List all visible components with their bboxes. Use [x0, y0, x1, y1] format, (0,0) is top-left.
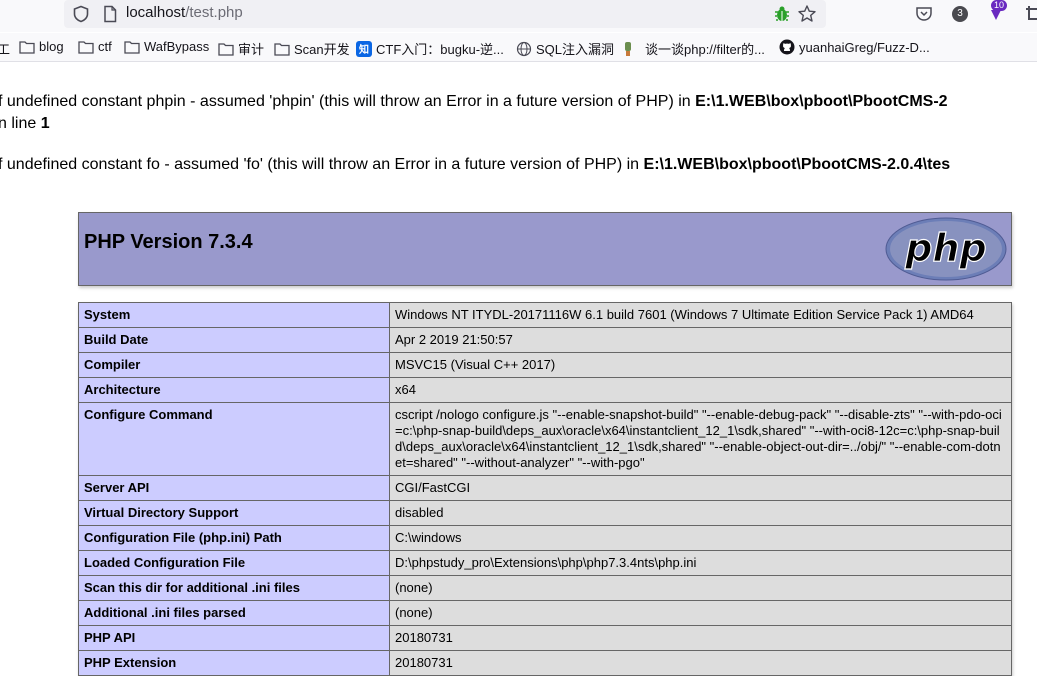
config-value: CGI/FastCGI [389, 475, 1012, 501]
bookmark-label: WafBypass [144, 39, 210, 54]
site-icon [625, 41, 631, 56]
bookmark-scan[interactable]: Scan开发 [274, 39, 350, 58]
config-value: Windows NT ITYDL-20171116W 6.1 build 760… [389, 302, 1012, 328]
url-bar[interactable]: localhost/test.php [64, 0, 826, 28]
table-row: Build Date Apr 2 2019 21:50:57 [78, 327, 1012, 353]
config-name: Build Date [78, 327, 390, 353]
table-row: Architecture x64 [78, 377, 1012, 403]
config-value: C:\windows [389, 525, 1012, 551]
bookmark-php-filter[interactable]: 谈一谈php://filter的... [621, 39, 765, 58]
config-value: D:\phpstudy_pro\Extensions\php\php7.3.4n… [389, 550, 1012, 576]
config-name: Additional .ini files parsed [78, 600, 390, 626]
config-name: System [78, 302, 390, 328]
config-name: Scan this dir for additional .ini files [78, 575, 390, 601]
bookmark-label: 审计 [238, 42, 265, 57]
config-value: (none) [389, 600, 1012, 626]
notice-file: E:\1.WEB\box\pboot\PbootCMS-2.0.4\tes [643, 156, 951, 173]
php-logo-text: php [904, 226, 986, 270]
config-value: cscript /nologo configure.js "--enable-s… [389, 402, 1012, 476]
bookmarks-bar: 工 blog ctf WafBypass 审计 Scan开发 知 CTF入门：b… [0, 33, 1037, 62]
table-row: PHP Extension 20180731 [78, 650, 1012, 676]
config-value: Apr 2 2019 21:50:57 [389, 327, 1012, 353]
bookmark-label: 谈一谈php://filter的... [645, 42, 765, 57]
config-name: Virtual Directory Support [78, 500, 390, 526]
extension-badge: 10 [991, 0, 1008, 11]
notice-file: E:\1.WEB\box\pboot\PbootCMS-2 [695, 93, 948, 110]
config-name: PHP Extension [78, 650, 390, 676]
config-name: PHP API [78, 625, 390, 651]
table-row: Configuration File (php.ini) Path C:\wind… [78, 525, 1012, 551]
phpinfo-table: System Windows NT ITYDL-20171116W 6.1 bui… [78, 302, 1012, 676]
notice-line-1: f undefined constant phpin - assumed 'ph… [0, 93, 948, 111]
config-value: disabled [389, 500, 1012, 526]
table-row: Scan this dir for additional .ini files(… [78, 575, 1012, 601]
globe-icon [516, 41, 532, 56]
notice-line-2: f undefined constant fo - assumed 'fo' (… [0, 156, 950, 174]
folder-icon [124, 40, 140, 54]
url-host: localhost [126, 4, 186, 21]
bookmark-label: yuanhaiGreg/Fuzz-D... [799, 39, 930, 55]
config-name: Compiler [78, 352, 390, 378]
bookmark-label: ctf [98, 39, 112, 54]
folder-icon [19, 40, 35, 54]
table-row: Loaded Configuration File D:\phpstudy_pro… [78, 550, 1012, 576]
svg-text:知: 知 [358, 43, 369, 56]
phpinfo-header: PHP Version 7.3.4 php [78, 212, 1012, 286]
github-icon [779, 39, 795, 55]
table-row: PHP API 20180731 [78, 625, 1012, 651]
php-logo-icon[interactable]: php [885, 217, 1007, 281]
config-value: x64 [389, 377, 1012, 403]
url-text[interactable]: localhost/test.php [126, 4, 243, 21]
bookmark-ctf-intro[interactable]: 知 CTF入门：bugku-逆... [356, 39, 504, 58]
config-name: Configure Command [78, 402, 390, 476]
folder-icon [78, 40, 94, 54]
bug-icon[interactable] [772, 4, 792, 24]
php-version-title: PHP Version 7.3.4 [84, 231, 253, 253]
table-row: Virtual Directory Support disabled [78, 500, 1012, 526]
config-name: Configuration File (php.ini) Path [78, 525, 390, 551]
bookmark-github[interactable]: yuanhaiGreg/Fuzz-D... [779, 39, 930, 55]
bookmark-label: blog [39, 39, 64, 54]
page-icon[interactable] [102, 5, 118, 23]
table-row: Server API CGI/FastCGI [78, 475, 1012, 501]
bookmark-sql[interactable]: SQL注入漏洞 [516, 39, 614, 58]
table-row: Additional .ini files parsed (none) [78, 600, 1012, 626]
config-name: Loaded Configuration File [78, 550, 390, 576]
folder-icon [274, 42, 290, 56]
crop-icon[interactable] [1024, 4, 1037, 24]
config-name: Server API [78, 475, 390, 501]
bookmark-partial[interactable]: 工 [0, 39, 10, 58]
bookmark-wafbypass[interactable]: WafBypass [124, 39, 209, 54]
config-value: 20180731 [389, 650, 1012, 676]
table-row: Configure Command cscript /nologo configu… [78, 402, 1012, 476]
table-row: System Windows NT ITYDL-20171116W 6.1 bui… [78, 302, 1012, 328]
config-name: Architecture [78, 377, 390, 403]
bookmark-label: CTF入门：bugku-逆... [376, 42, 504, 57]
zhihu-icon: 知 [356, 40, 372, 57]
url-path: /test.php [185, 4, 243, 21]
table-row: Compiler MSVC15 (Visual C++ 2017) [78, 352, 1012, 378]
notice-text: f undefined constant fo - assumed 'fo' (… [0, 156, 644, 173]
notice-text: f undefined constant phpin - assumed 'ph… [0, 93, 696, 110]
notice-line-1-cont: n line 1 [0, 115, 50, 133]
config-value: MSVC15 (Visual C++ 2017) [389, 352, 1012, 378]
toolbar: localhost/test.php 3 10 [0, 0, 1037, 32]
account-badge[interactable]: 3 [952, 6, 968, 22]
pocket-icon[interactable] [914, 4, 934, 24]
bookmark-label: SQL注入漏洞 [536, 42, 615, 57]
notice-line-prefix: n line [0, 115, 41, 132]
bookmark-label: Scan开发 [294, 42, 350, 57]
bookmark-blog[interactable]: blog [19, 39, 64, 54]
folder-icon [218, 42, 234, 56]
star-icon[interactable] [797, 4, 817, 24]
config-value: 20180731 [389, 625, 1012, 651]
shield-icon[interactable] [72, 5, 90, 23]
bookmark-ctf[interactable]: ctf [78, 39, 112, 54]
notice-line-number: 1 [40, 115, 50, 132]
config-value: (none) [389, 575, 1012, 601]
bookmark-audit[interactable]: 审计 [218, 39, 264, 58]
